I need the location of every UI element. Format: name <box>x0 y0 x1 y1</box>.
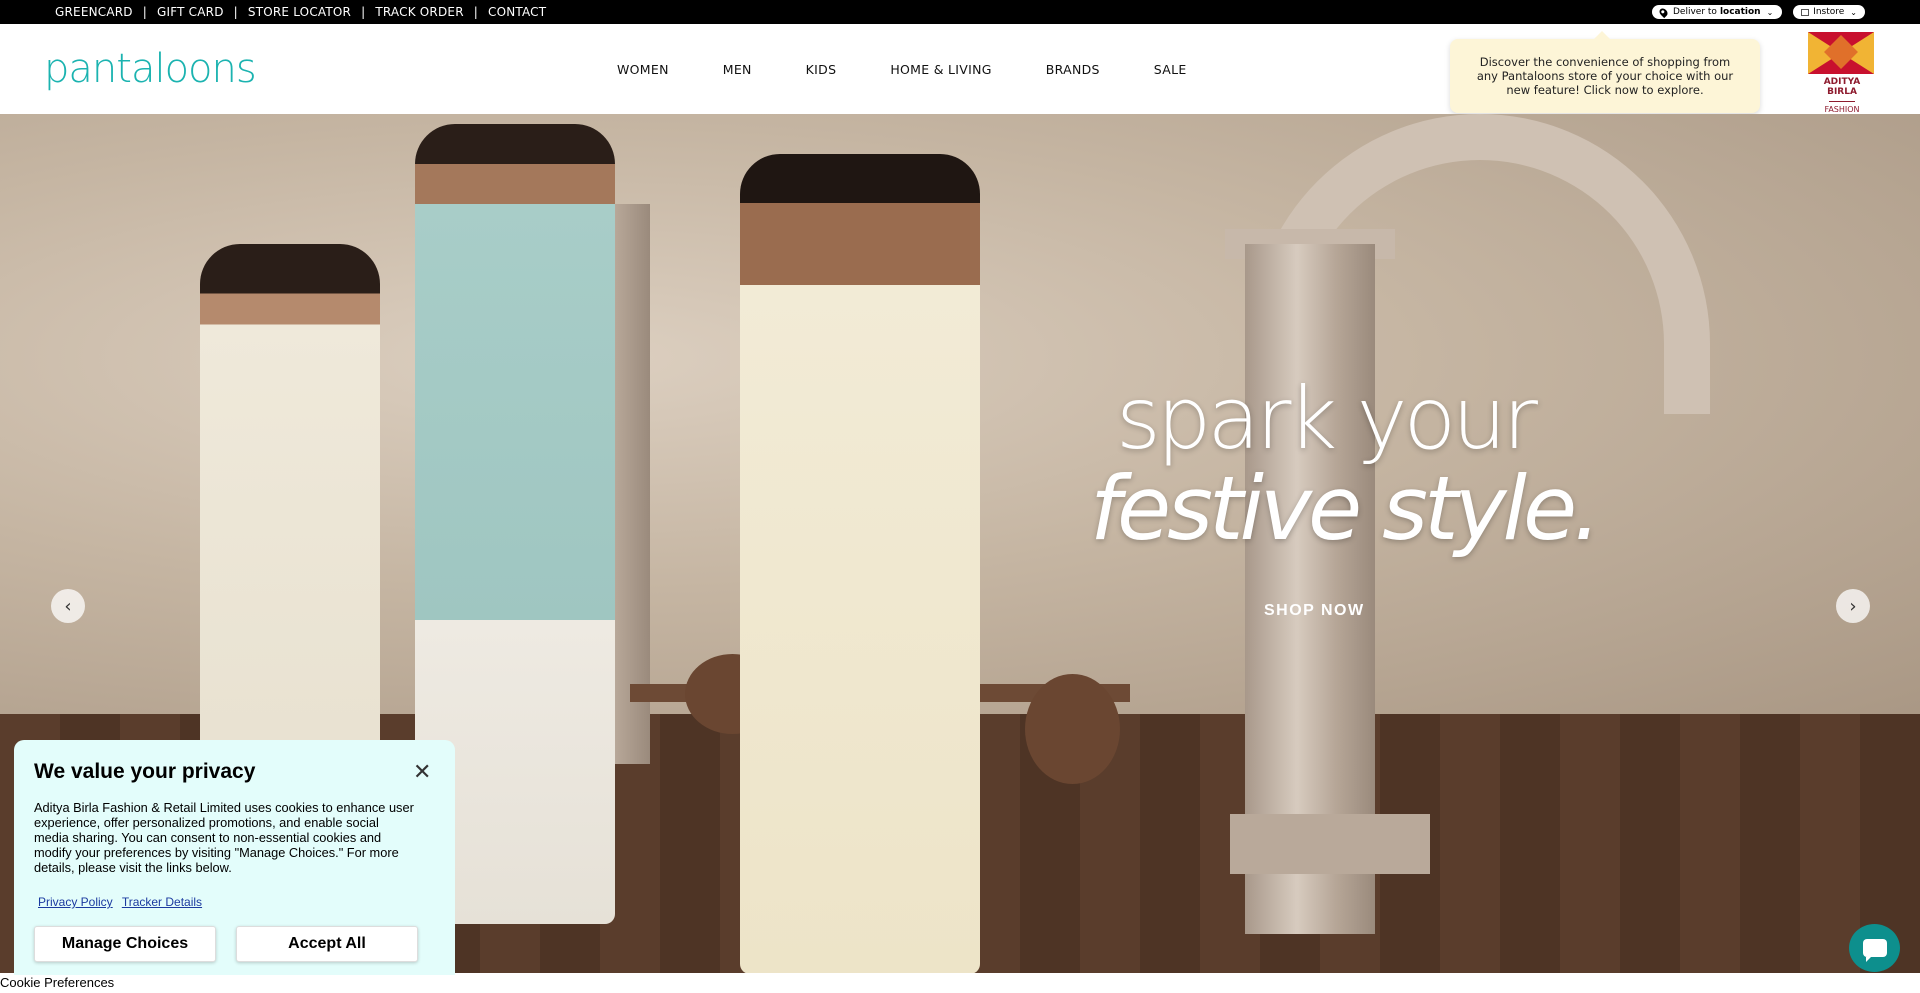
close-icon[interactable]: ✕ <box>413 759 431 785</box>
manage-choices-button[interactable]: Manage Choices <box>34 926 216 962</box>
deliver-location: location <box>1719 7 1761 17</box>
location-pin-icon <box>1657 6 1670 18</box>
deliver-location-selector[interactable]: Deliver to location ⌄ <box>1652 5 1782 19</box>
chat-bubble-icon <box>1862 939 1887 962</box>
chevron-down-icon: ⌄ <box>1766 7 1774 17</box>
separator: | <box>233 5 238 19</box>
contact-link[interactable]: CONTACT <box>488 5 546 19</box>
nav-brands[interactable]: BRANDS <box>1046 62 1100 77</box>
instore-feature-tooltip[interactable]: Discover the convenience of shopping fro… <box>1450 31 1760 113</box>
model-woman-cream-outfit <box>740 154 980 973</box>
hero-headline: spark your festive style. <box>1090 369 1601 560</box>
chevron-right-icon: › <box>1849 595 1857 617</box>
hero-pillar-base <box>1230 814 1430 874</box>
store-locator-link[interactable]: STORE LOCATOR <box>248 5 351 19</box>
instore-selector[interactable]: Instore ⌄ <box>1793 5 1865 19</box>
cookie-consent-banner: We value your privacy ✕ Aditya Birla Fas… <box>14 740 455 975</box>
instore-label: Instore <box>1813 7 1845 17</box>
hero-headline-line2: festive style. <box>1090 457 1601 560</box>
nav-kids[interactable]: KIDS <box>806 62 837 77</box>
cookie-body: Aditya Birla Fashion & Retail Limited us… <box>34 800 414 875</box>
nav-home-living[interactable]: HOME & LIVING <box>890 62 991 77</box>
track-order-link[interactable]: TRACK ORDER <box>375 5 463 19</box>
carousel-prev-button[interactable]: ‹ <box>51 589 85 623</box>
chevron-down-icon: ⌄ <box>1850 7 1857 17</box>
store-icon <box>1801 8 1810 16</box>
privacy-policy-link[interactable]: Privacy Policy <box>38 895 113 909</box>
separator: | <box>361 5 366 19</box>
tracker-details-link[interactable]: Tracker Details <box>122 895 202 909</box>
greencard-link[interactable]: GREENCARD <box>55 5 133 19</box>
separator: | <box>142 5 147 19</box>
cookie-preferences-link[interactable]: Cookie Preferences <box>0 975 1920 993</box>
aditya-birla-fashion-logo[interactable]: ADITYA BIRLA FASHION <box>1808 32 1876 114</box>
partner-logo-line1: ADITYA BIRLA <box>1823 77 1861 97</box>
nav-men[interactable]: MEN <box>723 62 752 77</box>
divider <box>1829 101 1855 102</box>
gift-card-link[interactable]: GIFT CARD <box>157 5 224 19</box>
partner-logo-line2: FASHION <box>1824 105 1860 114</box>
main-nav: WOMEN MEN KIDS HOME & LIVING BRANDS SALE <box>590 24 1214 114</box>
nav-women[interactable]: WOMEN <box>617 62 669 77</box>
shop-now-button[interactable]: SHOP NOW <box>1264 602 1365 620</box>
carousel-next-button[interactable]: › <box>1836 589 1870 623</box>
utility-links: GREENCARD | GIFT CARD | STORE LOCATOR | … <box>55 0 546 24</box>
chevron-left-icon: ‹ <box>64 595 72 617</box>
pantaloons-logo[interactable]: pantaloons <box>44 46 257 92</box>
hero-pot <box>1025 674 1120 784</box>
separator: | <box>473 5 478 19</box>
site-header: pantaloons WOMEN MEN KIDS HOME & LIVING … <box>0 24 1920 114</box>
deliver-prefix: Deliver to <box>1673 7 1717 17</box>
accept-all-button[interactable]: Accept All <box>236 926 418 962</box>
nav-sale[interactable]: SALE <box>1154 62 1187 77</box>
chat-button[interactable] <box>1849 924 1900 972</box>
utility-bar: GREENCARD | GIFT CARD | STORE LOCATOR | … <box>0 0 1920 24</box>
hero-headline-line1: spark your <box>1116 369 1538 469</box>
cookie-links: Privacy Policy Tracker Details <box>34 895 435 909</box>
cookie-title: We value your privacy <box>34 760 256 783</box>
aditya-birla-sun-icon <box>1808 32 1874 74</box>
cookie-buttons: Manage Choices Accept All <box>34 926 418 962</box>
